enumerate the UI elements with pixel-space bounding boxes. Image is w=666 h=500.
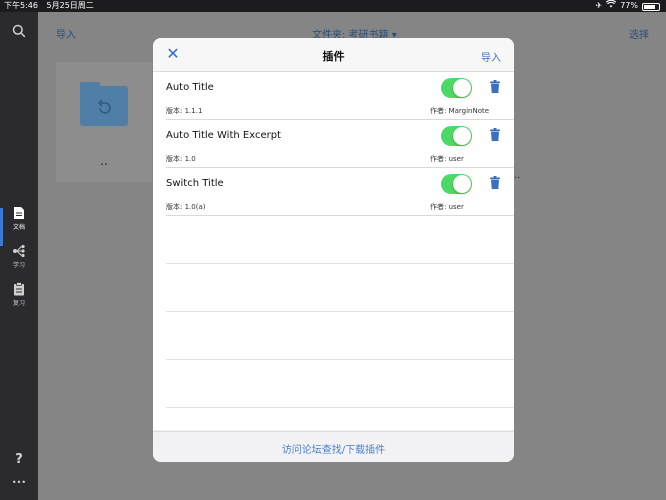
battery-percent: 77% (620, 1, 638, 10)
library-import-button[interactable]: 导入 (56, 26, 76, 41)
sidebar-item-label: 文档 (12, 224, 25, 231)
help-button[interactable]: ? (0, 452, 38, 467)
sidebar-item-review[interactable]: 复习 (0, 282, 38, 307)
plugin-row-auto-title: Auto Title 版本: 1.1.1 作者: MarginNote (153, 72, 514, 120)
divider (166, 359, 514, 360)
document-icon (14, 207, 24, 219)
plugin-name: Auto Title With Excerpt (166, 130, 281, 141)
sidebar-item-documents[interactable]: 文档 (0, 206, 38, 231)
modal-header: ✕ 插件 导入 (153, 38, 514, 72)
status-time: 下午5:46 (4, 1, 38, 10)
empty-list-area (153, 216, 514, 430)
search-button[interactable] (0, 24, 38, 38)
plugin-version: 版本: 1.0 (166, 155, 196, 163)
plugin-version: 版本: 1.0(a) (166, 203, 206, 211)
back-arrow-icon (97, 99, 111, 114)
more-icon: ••• (11, 478, 27, 487)
sidebar-item-label: 学习 (12, 262, 25, 269)
sidebar: 文档 学习 复习 ? ••• (0, 12, 38, 500)
battery-icon (642, 3, 660, 11)
mindmap-icon (13, 244, 25, 258)
modal-title: 插件 (322, 50, 345, 63)
trash-icon[interactable] (490, 80, 500, 93)
library-item-label: .. (514, 170, 521, 181)
parent-folder-card[interactable]: .. (56, 62, 152, 182)
status-time-date: 下午5:46 5月25日周二 (4, 0, 94, 12)
plugin-name: Auto Title (166, 82, 214, 93)
divider (166, 407, 514, 408)
status-date: 5月25日周二 (46, 1, 94, 10)
plugin-row-switch-title: Switch Title 版本: 1.0(a) 作者: user (153, 168, 514, 216)
plugins-modal: ✕ 插件 导入 Auto Title 版本: 1.1.1 作者: MarginN… (153, 38, 514, 462)
modal-footer: 访问论坛查找/下载插件 (153, 431, 514, 462)
plugin-list: Auto Title 版本: 1.1.1 作者: MarginNote Auto… (153, 72, 514, 216)
help-icon: ? (15, 452, 23, 467)
import-plugin-button[interactable]: 导入 (481, 49, 501, 64)
plugin-author: 作者: MarginNote (430, 107, 490, 115)
status-bar: 下午5:46 5月25日周二 ✈ 77% (0, 0, 666, 12)
divider (166, 311, 514, 312)
select-button[interactable]: 选择 (629, 26, 649, 41)
plugin-author: 作者: user (430, 203, 464, 211)
plugin-toggle[interactable] (441, 174, 472, 194)
trash-icon[interactable] (490, 176, 500, 189)
sidebar-item-study[interactable]: 学习 (0, 244, 38, 269)
trash-icon[interactable] (490, 128, 500, 141)
plugin-author: 作者: user (430, 155, 464, 163)
plugin-row-auto-title-with-excerpt: Auto Title With Excerpt 版本: 1.0 作者: user (153, 120, 514, 168)
wifi-icon (606, 0, 617, 12)
forum-download-link[interactable]: 访问论坛查找/下载插件 (153, 441, 514, 456)
clipboard-icon (14, 282, 24, 296)
parent-folder-label: .. (100, 154, 108, 168)
plugin-name: Switch Title (166, 178, 224, 189)
plugin-toggle[interactable] (441, 78, 472, 98)
airplane-icon: ✈ (595, 1, 603, 10)
plugin-version: 版本: 1.1.1 (166, 107, 203, 115)
more-button[interactable]: ••• (0, 478, 38, 487)
divider (166, 263, 514, 264)
plugin-toggle[interactable] (441, 126, 472, 146)
sidebar-item-label: 复习 (12, 300, 25, 307)
search-icon (12, 24, 26, 38)
